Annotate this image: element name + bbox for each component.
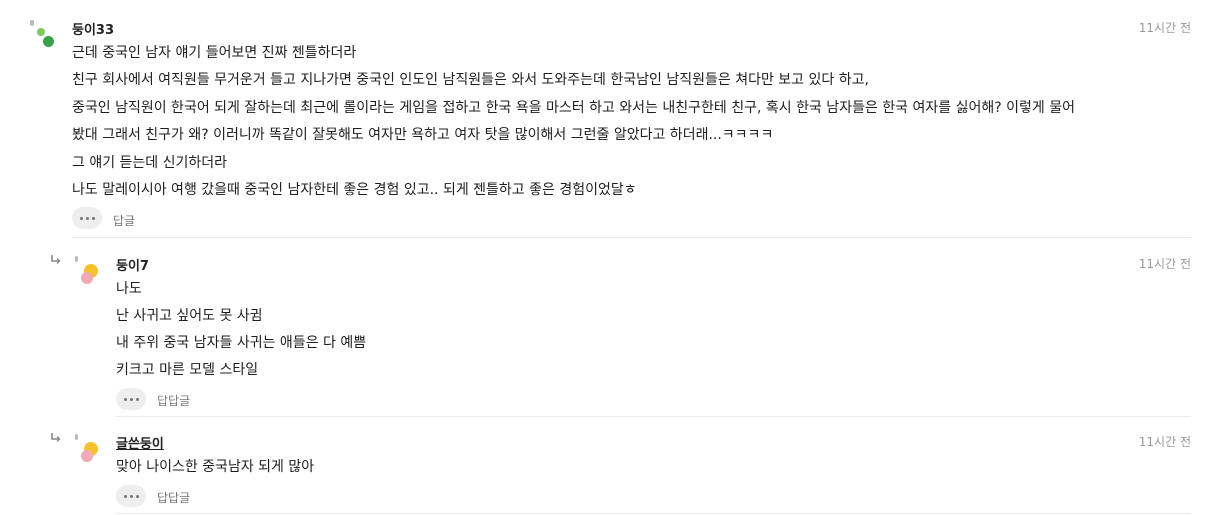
- more-options-button[interactable]: [72, 207, 102, 229]
- comment-time: 11시간 전: [1138, 435, 1191, 449]
- comment-text-line: 나도 말레이시아 여행 갔을때 중국인 남자한테 좋은 경험 있고.. 되게 젠…: [72, 182, 637, 198]
- avatar-dot: [75, 434, 78, 440]
- avatar-dot: [37, 28, 45, 36]
- more-dot-icon: [123, 494, 127, 498]
- avatar-dot: [30, 20, 34, 26]
- avatar-dot: [43, 36, 54, 47]
- more-dot-icon: [123, 397, 127, 401]
- avatar-dot: [81, 272, 93, 284]
- comment-text-line: 맞아 나이스한 중국남자 되게 많아: [116, 459, 315, 475]
- comment-text-line: 내 주위 중국 남자들 사귀는 애들은 다 예쁨: [116, 335, 367, 351]
- comment-text-line: 근데 중국인 남자 얘기 들어보면 진짜 젠틀하더라: [72, 45, 357, 61]
- comment-divider: [116, 513, 1191, 514]
- comment-author[interactable]: 둥이33: [72, 19, 114, 38]
- comment-author[interactable]: 둥이7: [116, 255, 149, 274]
- avatar[interactable]: [75, 434, 105, 474]
- more-options-button[interactable]: [116, 485, 146, 507]
- comment-divider: [72, 237, 1191, 238]
- comment-text-line: 난 사귀고 싶어도 못 사귐: [116, 308, 263, 324]
- comment-text-line: 봤대 그래서 친구가 왜? 이러니까 똑같이 잘못해도 여자만 욕하고 여자 탓…: [72, 127, 774, 143]
- more-dot-icon: [85, 216, 89, 220]
- reply-arrow-icon: [51, 255, 61, 264]
- more-dot-icon: [135, 397, 139, 401]
- more-dot-icon: [135, 494, 139, 498]
- comment-divider: [116, 416, 1191, 417]
- reply-button[interactable]: 답답글: [157, 489, 190, 506]
- comment-time: 11시간 전: [1138, 257, 1191, 271]
- reply-button[interactable]: 답답글: [157, 392, 190, 409]
- comment-text-line: 키크고 마른 모델 스타일: [116, 362, 259, 378]
- avatar[interactable]: [28, 20, 58, 60]
- comment-text-line: 친구 회사에서 여직원들 무거운거 들고 지나가면 중국인 인도인 남직원들은 …: [72, 72, 869, 88]
- avatar-dot: [81, 450, 93, 462]
- more-dot-icon: [129, 494, 133, 498]
- comment-text-line: 그 얘기 듣는데 신기하더라: [72, 155, 228, 171]
- reply-arrow-icon: [51, 433, 61, 442]
- comment-time: 11시간 전: [1138, 21, 1191, 35]
- reply-button[interactable]: 답글: [113, 212, 135, 229]
- more-dot-icon: [91, 216, 95, 220]
- more-dot-icon: [129, 397, 133, 401]
- avatar-dot: [75, 256, 78, 262]
- more-options-button[interactable]: [116, 388, 146, 410]
- comment-text-line: 나도: [116, 281, 142, 297]
- more-dot-icon: [79, 216, 83, 220]
- comment-author[interactable]: 글쓴둥이: [116, 433, 164, 452]
- comment-text-line: 중국인 남직원이 한국어 되게 잘하는데 최근에 롤이라는 게임을 접하고 한국…: [72, 100, 1075, 116]
- avatar[interactable]: [75, 256, 105, 296]
